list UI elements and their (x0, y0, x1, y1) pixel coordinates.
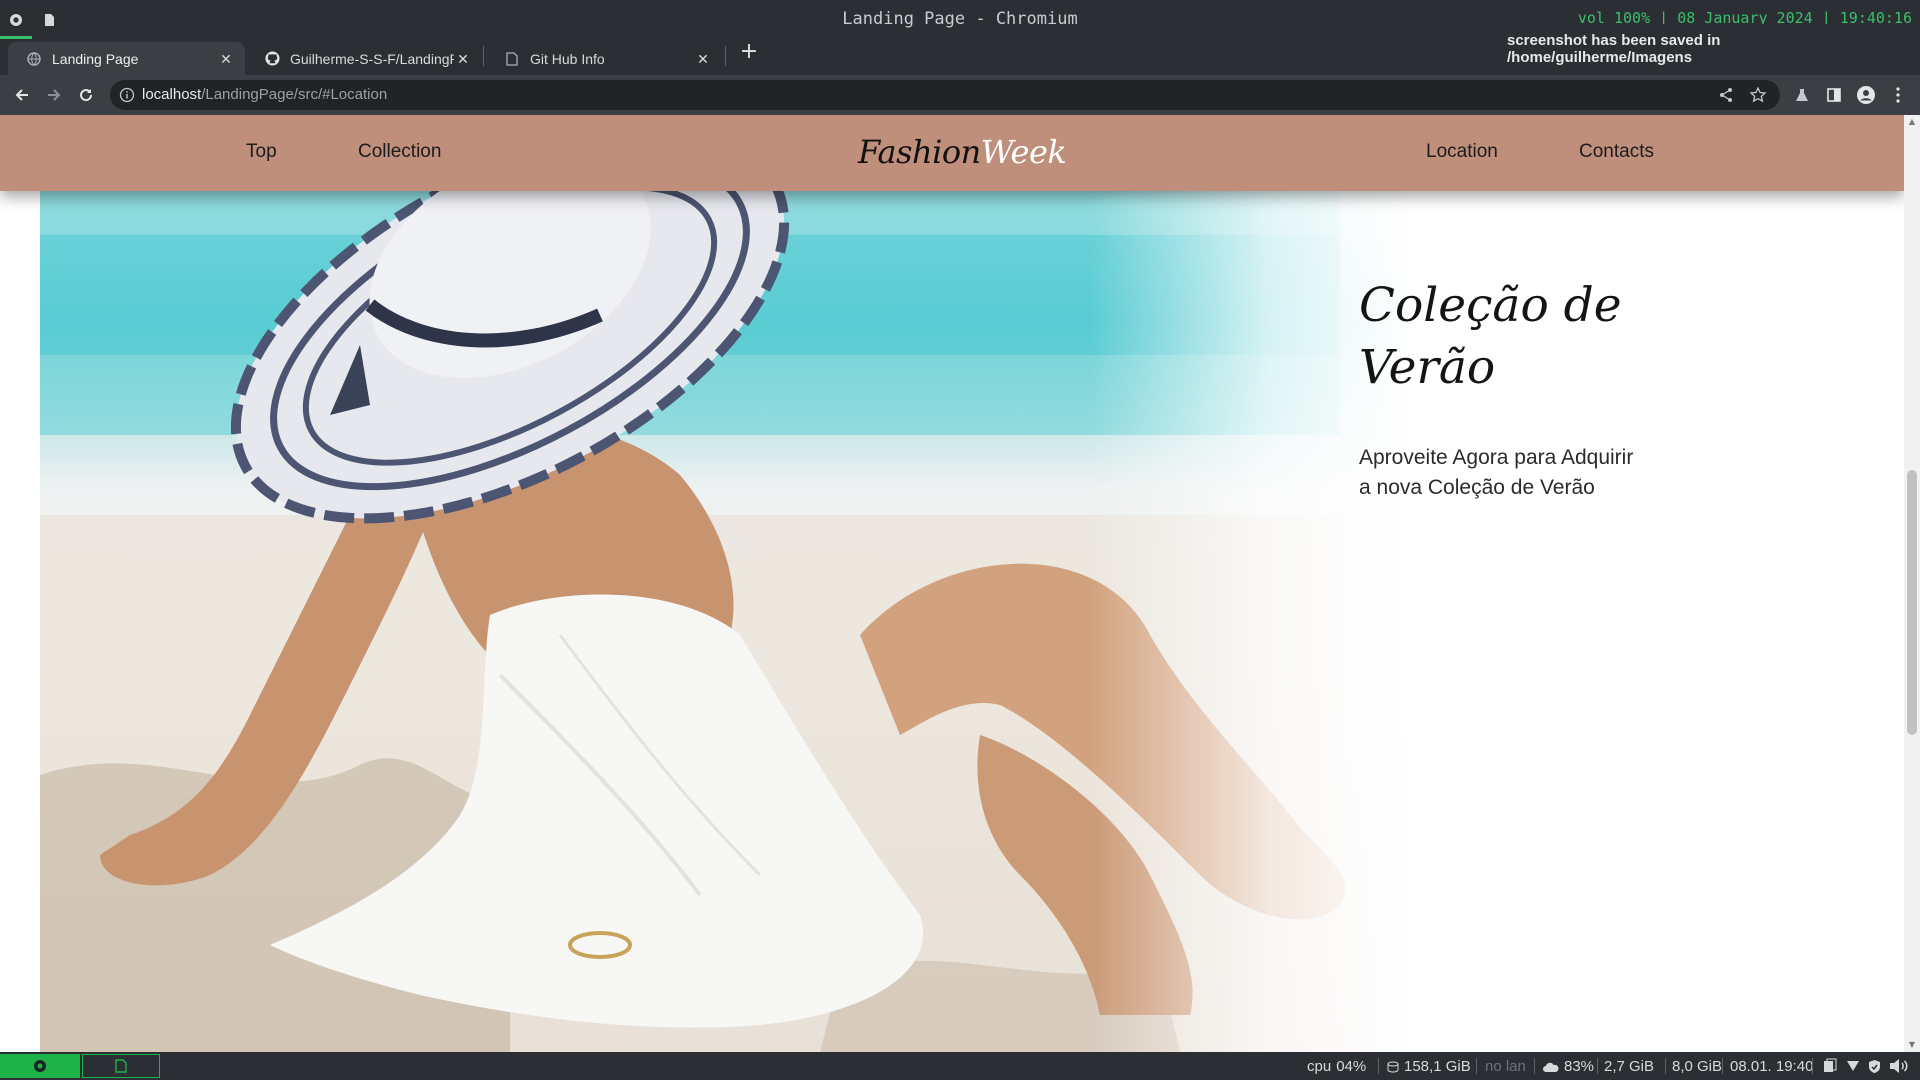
tab-divider (725, 46, 726, 66)
disk-icon (1387, 1061, 1399, 1073)
new-tab-button[interactable]: + (738, 41, 760, 64)
cpu-label: cpu (1307, 1058, 1332, 1075)
url-path: /LandingPage/src/#Location (201, 86, 388, 103)
browser-toolbar: localhost/LandingPage/src/#Location (0, 75, 1920, 115)
hero-section: Coleção de Verão Aproveite Agora para Ad… (40, 115, 1904, 1052)
clock: 08.01. 19:40 (1730, 1058, 1814, 1075)
close-icon[interactable]: ✕ (217, 50, 235, 68)
profile-avatar-icon[interactable] (1856, 85, 1876, 105)
hero-title-line: Coleção de (1359, 278, 1622, 333)
tab-title: Git Hub Info (530, 50, 605, 67)
back-arrow-icon[interactable] (10, 83, 34, 107)
tab-landing-page[interactable]: Landing Page ✕ (8, 42, 245, 75)
chromium-icon (34, 1060, 46, 1072)
active-workspace-indicator (0, 36, 32, 39)
file-icon (115, 1059, 127, 1073)
hero-white-fade (1090, 115, 1904, 1052)
status-divider (1597, 1058, 1598, 1074)
page-viewport: Coleção de Verão Aproveite Agora para Ad… (0, 115, 1920, 1052)
scrollbar-thumb[interactable] (1907, 470, 1917, 735)
globe-icon (26, 51, 42, 67)
nav-link-top[interactable]: Top (246, 141, 277, 163)
site-header: Top Collection FashionWeek Location Cont… (0, 115, 1904, 191)
labs-flask-icon[interactable] (1792, 85, 1812, 105)
scroll-up-arrow-icon[interactable]: ▲ (1904, 115, 1920, 129)
network-indicator: no lan (1485, 1058, 1526, 1075)
status-divider (1378, 1058, 1379, 1074)
url-host: localhost (142, 86, 202, 103)
menu-kebab-icon[interactable] (1888, 85, 1908, 105)
tab-divider (483, 46, 484, 66)
disk-indicator: 158,1 GiB (1387, 1058, 1471, 1075)
forward-arrow-icon[interactable] (42, 83, 66, 107)
screenshot-notification: screenshot has been saved in /home/guilh… (1493, 24, 1908, 66)
status-divider (1812, 1058, 1813, 1074)
nav-link-location[interactable]: Location (1426, 141, 1498, 163)
hero-title: Coleção de Verão (1359, 275, 1779, 399)
status-divider (1722, 1058, 1723, 1074)
scroll-down-arrow-icon[interactable]: ▼ (1904, 1038, 1920, 1052)
battery-cloud-icon (1543, 1062, 1559, 1072)
close-icon[interactable]: ✕ (694, 50, 712, 68)
brand-logo[interactable]: FashionWeek (858, 133, 1067, 171)
status-divider (1534, 1058, 1535, 1074)
hero-title-line: Verão (1359, 340, 1496, 395)
github-icon (264, 51, 280, 67)
page-scrollbar[interactable]: ▲ ▼ (1904, 115, 1920, 1052)
document-icon (504, 51, 520, 67)
tab-title: Landing Page (52, 50, 139, 67)
workspace-2[interactable] (82, 1054, 160, 1078)
tray-icons (1822, 1058, 1909, 1074)
battery-value: 83% (1564, 1058, 1595, 1075)
workspace-1[interactable] (0, 1054, 80, 1078)
volume-icon[interactable] (1889, 1058, 1909, 1074)
hero-subtitle-line: Aproveite Agora para Adquirir (1359, 446, 1634, 469)
brand-part-2: Week (980, 133, 1067, 171)
url-text: localhost/LandingPage/src/#Location (142, 86, 387, 103)
nav-link-contacts[interactable]: Contacts (1579, 141, 1654, 163)
status-divider (1476, 1058, 1477, 1074)
site-info-icon[interactable] (119, 87, 135, 103)
battery-indicator: 83% (1543, 1058, 1594, 1075)
system-statusbar: cpu 04% 158,1 GiB no lan 83% 2,7 GiB 8,0… (0, 1052, 1920, 1080)
shield-icon[interactable] (1868, 1059, 1881, 1074)
memory-used: 2,7 GiB (1604, 1058, 1655, 1075)
share-icon[interactable] (1717, 86, 1735, 104)
tab-github-repo[interactable]: Guilherme-S-S-F/LandingPag ✕ (246, 42, 482, 75)
bookmark-star-icon[interactable] (1749, 86, 1767, 104)
status-divider (1665, 1058, 1666, 1074)
nav-link-collection[interactable]: Collection (358, 141, 441, 163)
disk-value: 158,1 GiB (1404, 1058, 1471, 1075)
side-panel-icon[interactable] (1824, 85, 1844, 105)
hero-subtitle: Aproveite Agora para Adquirir a nova Col… (1359, 443, 1679, 503)
memory-total: 8,0 GiB (1672, 1058, 1723, 1075)
close-icon[interactable]: ✕ (454, 50, 472, 68)
reload-icon[interactable] (74, 83, 98, 107)
wifi-icon[interactable] (1846, 1060, 1860, 1072)
brand-part-1: Fashion (858, 133, 981, 171)
clipboard-icon[interactable] (1822, 1058, 1838, 1074)
cpu-value: 04% (1336, 1058, 1367, 1075)
hero-subtitle-line: a nova Coleção de Verão (1359, 476, 1595, 499)
tab-github-info[interactable]: Git Hub Info ✕ (486, 42, 722, 75)
tab-title: Guilherme-S-S-F/LandingPag (290, 50, 454, 67)
cpu-indicator: cpu 04% (1307, 1058, 1366, 1075)
address-bar[interactable]: localhost/LandingPage/src/#Location (110, 80, 1780, 110)
